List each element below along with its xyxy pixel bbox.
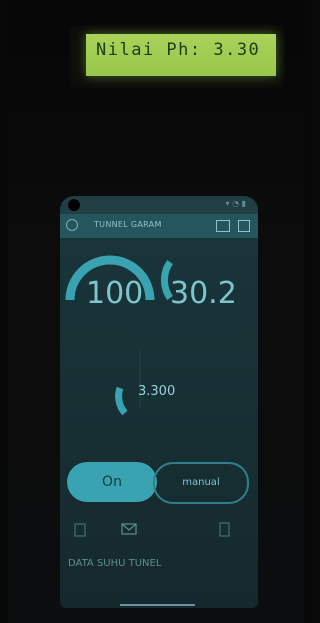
ph-value: 3.300 [138,384,176,399]
app-bar: TUNNEL GARAM [60,214,258,238]
app-title: TUNNEL GARAM [94,220,162,229]
home-indicator[interactable] [120,604,195,606]
phone: ▾ ◔ ▮ TUNNEL GARAM 100 30.2 3.300 On man… [60,196,258,608]
icon-row [74,522,230,537]
app-content: 100 30.2 3.300 On manual DATA SUHU TUNEL [60,238,258,608]
tablet-icon [74,523,86,537]
status-bar: ▾ ◔ ▮ [60,196,258,214]
lcd-text: Nilai Ph: 3.30 [96,40,261,60]
manual-button[interactable]: manual [153,462,249,504]
square-icon[interactable] [238,220,250,232]
gauge-ph-arc [115,386,128,416]
on-button[interactable]: On [67,462,157,502]
status-icons: ▾ ◔ ▮ [225,199,246,208]
back-icon[interactable] [66,219,78,231]
device-icon-2 [219,522,230,537]
section-title: DATA SUHU TUNEL [68,558,162,569]
lcd-screen: Nilai Ph: 3.30 [86,34,276,76]
gauge-2-value: 30.2 [170,276,237,311]
gauge-1-value: 100 [86,276,144,311]
device-icon[interactable] [216,220,230,232]
camera-hole [68,199,80,211]
